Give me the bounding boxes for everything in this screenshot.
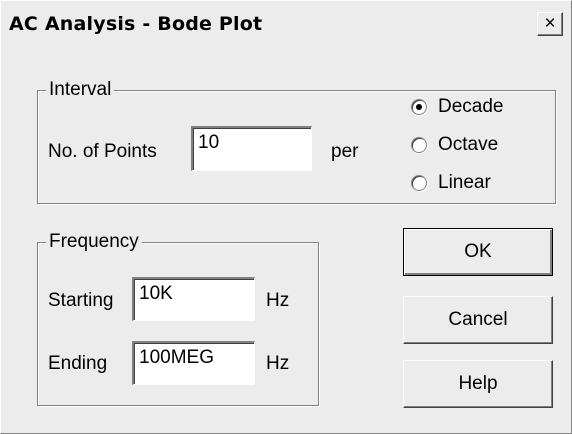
cancel-button[interactable]: Cancel [403, 296, 553, 344]
radio-button[interactable] [411, 137, 427, 153]
radio-label: Octave [438, 134, 499, 155]
radio-button[interactable] [411, 175, 427, 191]
radio-octave[interactable]: Octave [411, 134, 498, 156]
ok-label: OK [464, 241, 492, 262]
radio-button[interactable] [411, 99, 427, 115]
points-label: No. of Points [48, 141, 157, 162]
starting-frequency-input[interactable]: 10K [132, 277, 255, 321]
starting-unit: Hz [266, 290, 290, 311]
help-label: Help [458, 373, 498, 394]
starting-label: Starting [48, 290, 114, 311]
help-button[interactable]: Help [403, 360, 553, 408]
per-label: per [331, 141, 359, 162]
ending-label: Ending [48, 353, 108, 374]
window-title: AC Analysis - Bode Plot [9, 13, 263, 35]
points-input[interactable]: 10 [191, 126, 312, 171]
frequency-legend: Frequency [46, 232, 142, 252]
ending-unit: Hz [266, 353, 290, 374]
radio-linear[interactable]: Linear [411, 172, 491, 194]
radio-decade[interactable]: Decade [411, 96, 504, 118]
bode-plot-dialog: AC Analysis - Bode Plot × Interval No. o… [0, 0, 572, 434]
ending-frequency-input[interactable]: 100MEG [132, 341, 255, 385]
ok-button[interactable]: OK [403, 228, 553, 276]
radio-label: Decade [438, 96, 504, 117]
cancel-label: Cancel [448, 309, 508, 330]
radio-label: Linear [438, 172, 491, 193]
close-icon: × [544, 13, 556, 34]
interval-legend: Interval [46, 80, 115, 100]
radio-selected-dot [416, 104, 422, 110]
close-button[interactable]: × [537, 12, 563, 36]
title-bar[interactable]: AC Analysis - Bode Plot × [3, 3, 569, 47]
